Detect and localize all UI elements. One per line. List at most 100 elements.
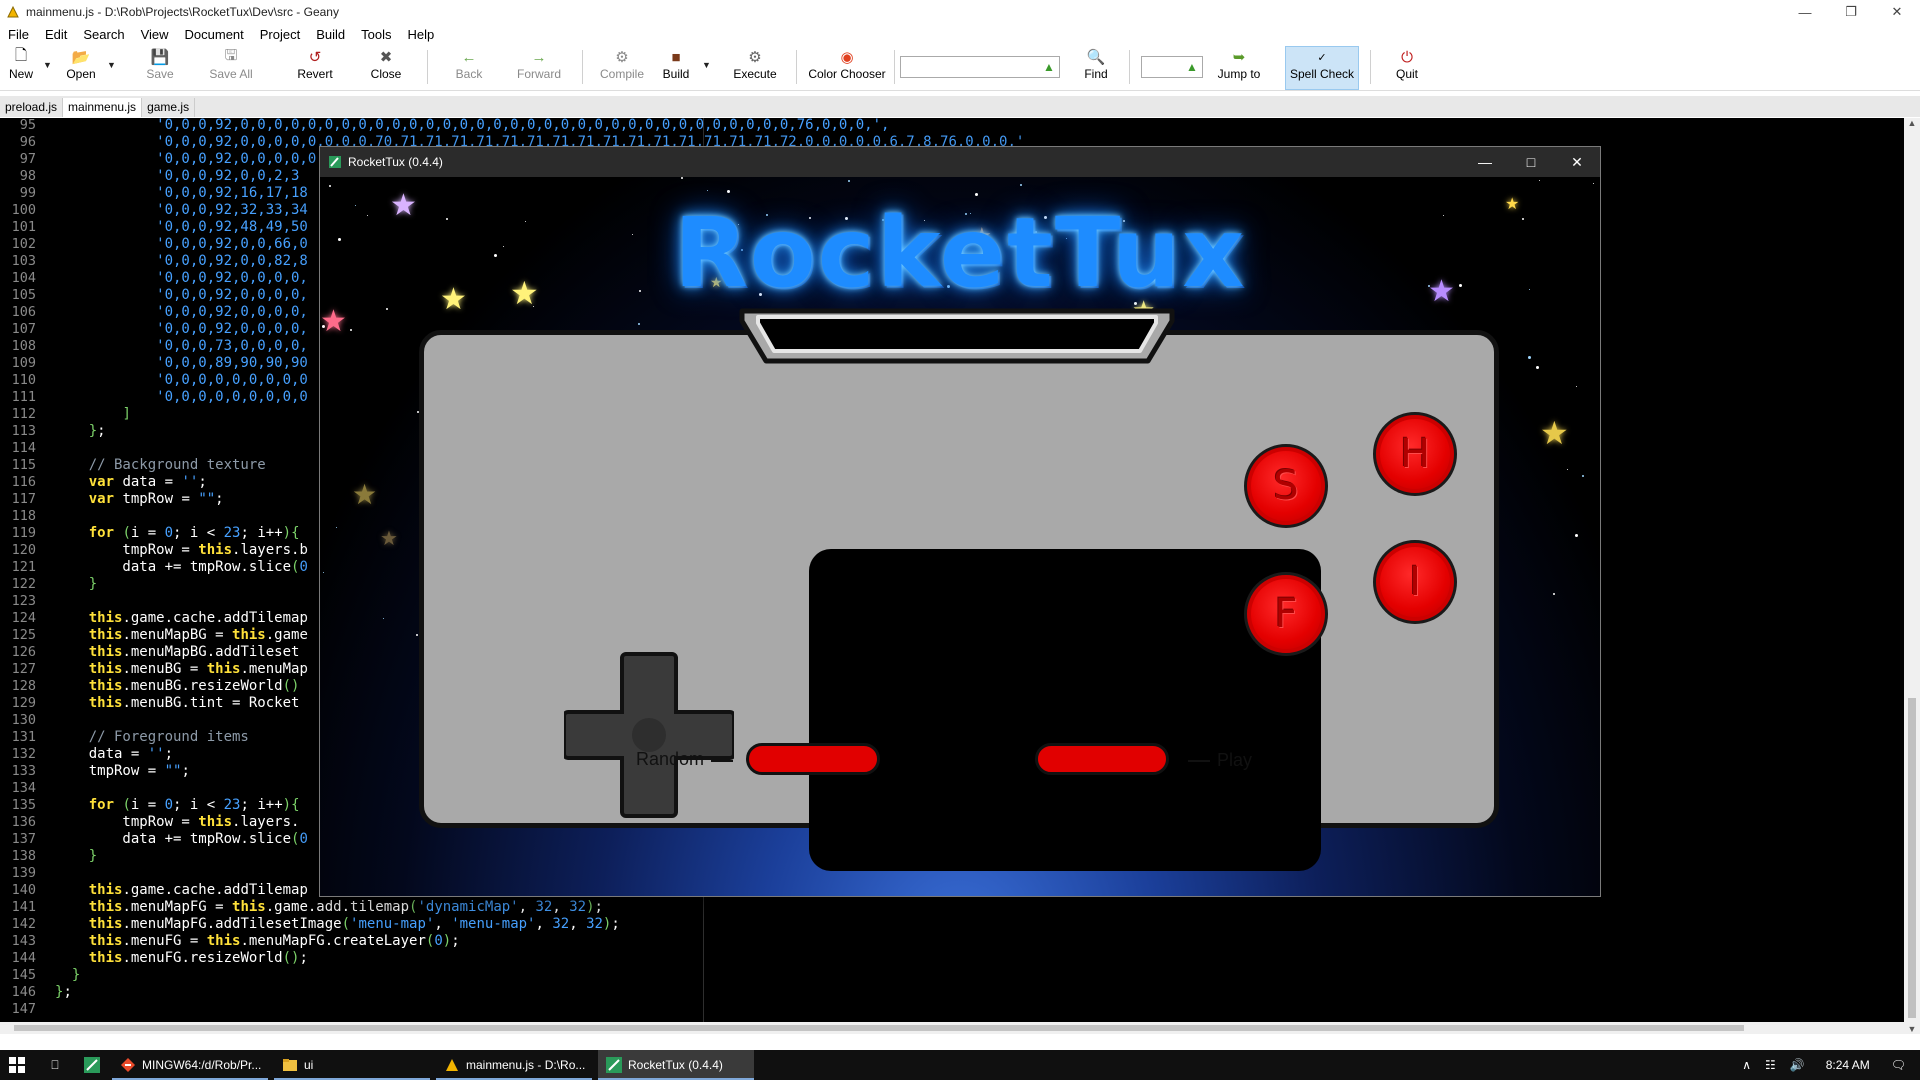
f-button-label: F: [1274, 591, 1298, 637]
goto-go-icon[interactable]: ▲: [1185, 60, 1199, 74]
line-number: 101: [11, 219, 36, 235]
line-number: 147: [11, 1001, 36, 1017]
taskbar-item-ui[interactable]: ui: [274, 1050, 430, 1080]
tray-overflow-chevron-icon[interactable]: ∧: [1742, 1058, 1751, 1072]
compile-label: Compile: [599, 67, 644, 81]
new-label: New: [8, 67, 33, 81]
save-button[interactable]: 💾 Save: [145, 47, 175, 87]
menu-view[interactable]: View: [133, 27, 177, 42]
gamepad-top-slot: [739, 308, 1175, 364]
close-window-button[interactable]: ✕: [1874, 0, 1920, 24]
rt-maximize-button[interactable]: □: [1508, 147, 1554, 177]
tab-preload-js[interactable]: preload.js: [0, 98, 64, 117]
rt-close-button[interactable]: ✕: [1554, 147, 1600, 177]
dpad-icon[interactable]: [564, 650, 734, 820]
save-all-button[interactable]: 🖫 Save All: [208, 47, 254, 87]
random-button[interactable]: [746, 743, 880, 775]
restore-button[interactable]: ❐: [1828, 0, 1874, 24]
save-label: Save: [146, 67, 174, 81]
quit-button[interactable]: ⏻ Quit: [1394, 47, 1420, 87]
jump-to-button[interactable]: ➥ Jump to: [1214, 47, 1264, 87]
menu-build[interactable]: Build: [308, 27, 353, 42]
back-label: Back: [455, 67, 483, 81]
new-dropdown-arrow[interactable]: ▼: [43, 60, 52, 70]
spell-check-label: Spell Check: [1289, 67, 1355, 81]
star-dot: [336, 527, 337, 528]
star-dot: [681, 177, 683, 179]
menu-edit[interactable]: Edit: [37, 27, 75, 42]
line-number: 102: [11, 236, 36, 252]
color-chooser-button[interactable]: ◉ Color Chooser: [806, 47, 888, 87]
line-number: 115: [11, 457, 36, 473]
h-button[interactable]: H: [1373, 412, 1457, 496]
build-dropdown-arrow[interactable]: ▼: [702, 60, 711, 70]
minimize-button[interactable]: —: [1782, 0, 1828, 24]
taskbar-item-geany[interactable]: mainmenu.js - D:\Ro...: [436, 1050, 592, 1080]
scroll-down-arrow[interactable]: ▼: [1904, 1024, 1920, 1034]
horizontal-scroll-thumb[interactable]: [14, 1025, 1744, 1031]
forward-button[interactable]: → Forward: [517, 47, 561, 87]
gamepad-menu: S F H I Random Play: [419, 330, 1499, 871]
open-label: Open: [66, 67, 96, 81]
revert-button[interactable]: ↺ Revert: [296, 47, 334, 87]
s-button[interactable]: S: [1244, 444, 1328, 528]
system-tray: ∧ ☷ 🔊 8:24 AM 🗨: [1735, 1050, 1920, 1080]
game-canvas[interactable]: ★★★★★★★★★★★★ RocketTux S F H I Random: [320, 177, 1600, 896]
menu-document[interactable]: Document: [177, 27, 252, 42]
line-number: 134: [11, 780, 36, 796]
goto-line-input[interactable]: ▲: [1141, 56, 1203, 78]
taskbar-item-mingw64[interactable]: MINGW64:/d/Rob/Pr...: [112, 1050, 268, 1080]
notification-center-icon[interactable]: 🗨: [1891, 1058, 1906, 1072]
line-number: 133: [11, 763, 36, 779]
taskbar-item-rockettux[interactable]: RocketTux (0.4.4): [598, 1050, 754, 1080]
f-button[interactable]: F: [1244, 572, 1328, 656]
compile-button[interactable]: ⚙ Compile: [599, 47, 645, 87]
open-button[interactable]: 📂 Open: [64, 47, 98, 87]
start-button[interactable]: [0, 1050, 34, 1080]
line-number: 113: [11, 423, 36, 439]
build-brick-icon: ■: [671, 48, 681, 66]
menu-project[interactable]: Project: [252, 27, 308, 42]
menu-tools[interactable]: Tools: [353, 27, 399, 42]
menu-help[interactable]: Help: [400, 27, 443, 42]
spell-check-button[interactable]: ✓ Spell Check: [1285, 46, 1359, 90]
code-line: };: [88, 423, 106, 439]
play-button[interactable]: [1035, 743, 1169, 775]
execute-button[interactable]: ⚙ Execute: [733, 47, 777, 87]
code-line: // Foreground items: [55, 729, 249, 745]
line-number: 130: [11, 712, 36, 728]
find-button[interactable]: 🔍 Find: [1083, 47, 1109, 87]
code-line: '0,0,0,92,0,0,0,0,0,0,0,0,0,0,0,0,0,0,0,…: [55, 118, 890, 133]
code-line: this.menuMapFG.addTilesetImage('menu-map…: [88, 916, 620, 932]
network-icon[interactable]: ☷: [1765, 1058, 1776, 1072]
build-button[interactable]: ■ Build: [662, 47, 690, 87]
rt-minimize-button[interactable]: —: [1462, 147, 1508, 177]
rockettux-window[interactable]: RocketTux (0.4.4) — □ ✕ ★★★★★★★★★★★★ Roc…: [320, 147, 1600, 896]
code-line: }: [71, 967, 81, 983]
pinned-app-icon[interactable]: [76, 1050, 108, 1080]
editor-horizontal-scrollbar[interactable]: [0, 1022, 1904, 1034]
volume-icon[interactable]: 🔊: [1790, 1058, 1805, 1072]
scroll-thumb[interactable]: [1908, 698, 1916, 1018]
rockettux-titlebar[interactable]: RocketTux (0.4.4) — □ ✕: [320, 147, 1600, 177]
menu-search[interactable]: Search: [75, 27, 132, 42]
task-view-button[interactable]: ⎕: [38, 1050, 72, 1080]
back-button[interactable]: ← Back: [454, 47, 484, 87]
editor-vertical-scrollbar[interactable]: ▲ ▼: [1904, 118, 1920, 1034]
scroll-up-arrow[interactable]: ▲: [1904, 118, 1920, 128]
tab-game-js[interactable]: game.js: [142, 98, 196, 117]
code-line: ]: [122, 406, 131, 422]
new-button[interactable]: 🗋 New: [6, 47, 36, 87]
i-button[interactable]: I: [1373, 540, 1457, 624]
s-button-label: S: [1273, 463, 1299, 509]
line-number: 129: [11, 695, 36, 711]
close-button[interactable]: ✖ Close: [370, 47, 402, 87]
line-number: 145: [11, 967, 36, 983]
search-input[interactable]: ▲: [900, 56, 1060, 78]
code-line: var data = '';: [88, 474, 207, 490]
open-dropdown-arrow[interactable]: ▼: [107, 60, 116, 70]
clock[interactable]: 8:24 AM: [1826, 1058, 1870, 1072]
tab-mainmenu-js[interactable]: mainmenu.js: [63, 98, 143, 117]
menu-file[interactable]: File: [0, 27, 37, 42]
search-go-icon[interactable]: ▲: [1042, 60, 1056, 74]
